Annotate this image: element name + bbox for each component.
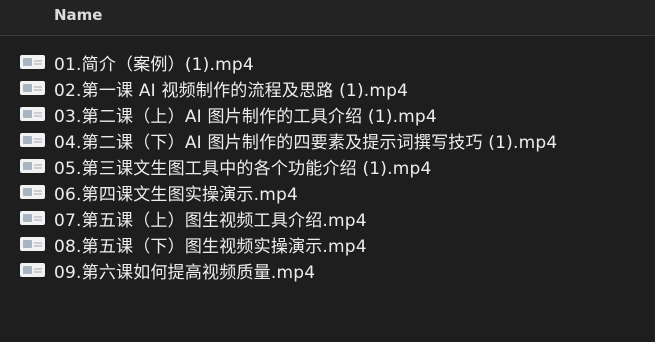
file-name: 09.第六课如何提高视频质量.mp4 [54, 262, 316, 283]
file-name: 02.第一课 AI 视频制作的流程及思路 (1).mp4 [54, 80, 409, 101]
file-name: 06.第四课文生图实操演示.mp4 [54, 184, 299, 205]
file-name: 04.第二课（下）AI 图片制作的四要素及提示词撰写技巧 (1).mp4 [54, 132, 558, 153]
video-file-thumbnail-icon [20, 211, 45, 225]
video-file-thumbnail-icon [20, 81, 45, 95]
file-row[interactable]: 04.第二课（下）AI 图片制作的四要素及提示词撰写技巧 (1).mp4 [0, 127, 655, 153]
video-file-thumbnail-icon [20, 237, 45, 251]
file-name: 08.第五课（下）图生视频实操演示.mp4 [54, 236, 367, 257]
file-name: 01.简介（案例）(1).mp4 [54, 54, 254, 75]
file-row[interactable]: 08.第五课（下）图生视频实操演示.mp4 [0, 231, 655, 257]
video-file-thumbnail-icon [20, 55, 45, 69]
video-file-thumbnail-icon [20, 185, 45, 199]
file-row[interactable]: 03.第二课（上）AI 图片制作的工具介绍 (1).mp4 [0, 101, 655, 127]
file-row[interactable]: 02.第一课 AI 视频制作的流程及思路 (1).mp4 [0, 75, 655, 101]
finder-window: Name 01.简介（案例）(1).mp4 02.第一课 AI 视频制作的流程及… [0, 0, 655, 342]
video-file-thumbnail-icon [20, 133, 45, 147]
file-row[interactable]: 06.第四课文生图实操演示.mp4 [0, 179, 655, 205]
file-list: 01.简介（案例）(1).mp4 02.第一课 AI 视频制作的流程及思路 (1… [0, 49, 655, 283]
video-file-thumbnail-icon [20, 159, 45, 173]
file-row[interactable]: 05.第三课文生图工具中的各个功能介绍 (1).mp4 [0, 153, 655, 179]
file-name: 05.第三课文生图工具中的各个功能介绍 (1).mp4 [54, 158, 432, 179]
video-file-thumbnail-icon [20, 263, 45, 277]
list-column-header: Name [0, 0, 655, 36]
file-row[interactable]: 07.第五课（上）图生视频工具介绍.mp4 [0, 205, 655, 231]
list-bottom-area [0, 326, 655, 342]
file-name: 07.第五课（上）图生视频工具介绍.mp4 [54, 210, 367, 231]
name-column-header[interactable]: Name [54, 6, 102, 24]
video-file-thumbnail-icon [20, 107, 45, 121]
file-name: 03.第二课（上）AI 图片制作的工具介绍 (1).mp4 [54, 106, 437, 127]
file-row[interactable]: 01.简介（案例）(1).mp4 [0, 49, 655, 75]
file-row[interactable]: 09.第六课如何提高视频质量.mp4 [0, 257, 655, 283]
